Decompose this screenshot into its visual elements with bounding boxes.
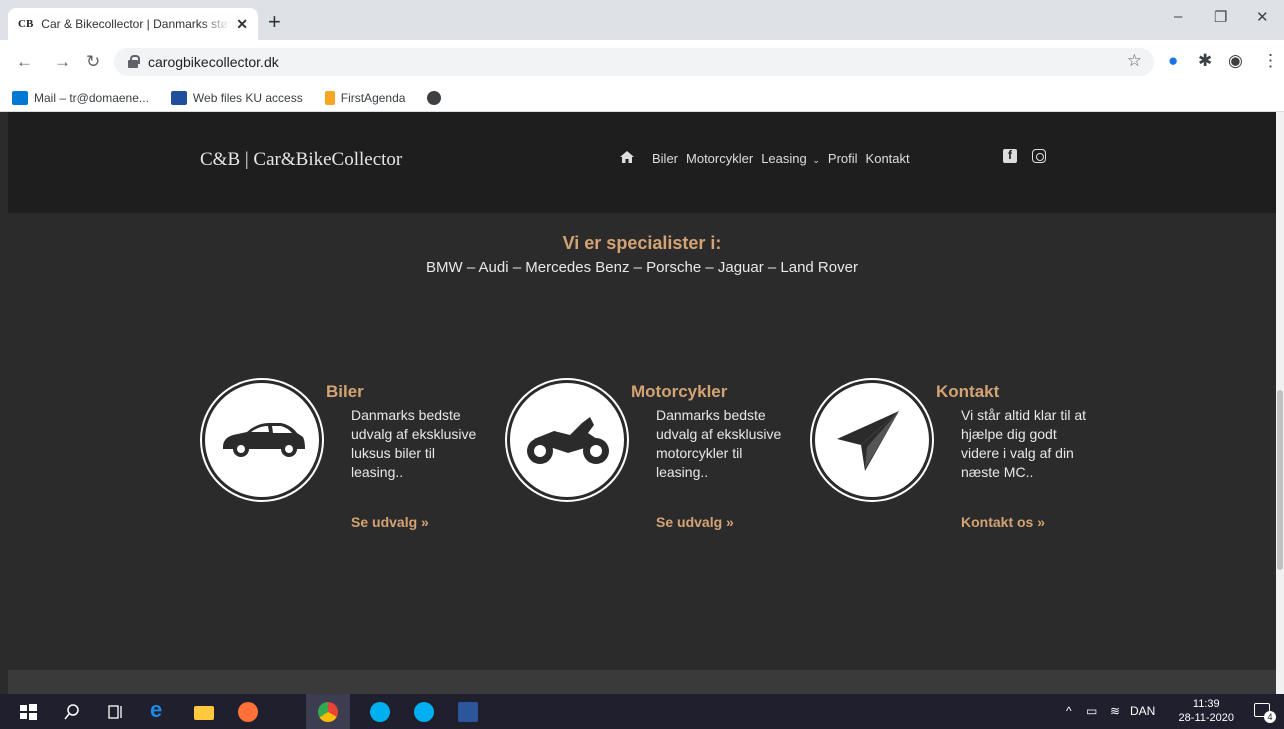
- bookmark-firstagenda[interactable]: FirstAgenda: [324, 90, 406, 105]
- clock-time: 11:39: [1192, 698, 1220, 710]
- notification-count-badge: 4: [1264, 711, 1276, 723]
- specialists-heading: Vi er specialister i:: [562, 233, 722, 253]
- bookmark-label: FirstAgenda: [340, 90, 406, 105]
- site-logo[interactable]: C&B | Car&BikeCollector: [200, 149, 402, 171]
- chrome-taskbar-button[interactable]: [306, 694, 350, 729]
- nav-motorcykler[interactable]: Motorcykler: [686, 151, 753, 166]
- clock-date: 28-11-2020: [1178, 712, 1234, 724]
- language-indicator[interactable]: DAN: [1130, 704, 1155, 718]
- edge-icon[interactable]: e: [150, 697, 170, 722]
- close-window-button[interactable]: ✕: [1256, 8, 1269, 26]
- home-icon[interactable]: [620, 150, 634, 163]
- bookmark-label: Mail – tr@domaene...: [34, 90, 149, 105]
- motorcycle-icon-circle[interactable]: [507, 380, 627, 500]
- url-text: carogbikecollector.dk: [148, 54, 279, 70]
- wifi-icon[interactable]: ≋: [1110, 704, 1120, 718]
- site-header: C&B | Car&BikeCollector Biler Motorcykle…: [8, 112, 1276, 213]
- firstagenda-icon: [324, 90, 335, 105]
- minimize-button[interactable]: –: [1174, 8, 1182, 25]
- tab-title: Car & Bikecollector | Danmarks største u…: [41, 17, 231, 31]
- bookmark-label: Web files KU access: [192, 90, 303, 105]
- feature-title[interactable]: Biler: [326, 382, 364, 402]
- reload-icon[interactable]: ↻: [86, 52, 100, 72]
- facebook-icon[interactable]: [1003, 148, 1017, 163]
- scrollbar-thumb[interactable]: [1277, 390, 1283, 570]
- car-icon-circle[interactable]: [202, 380, 322, 500]
- search-icon[interactable]: [62, 702, 82, 722]
- lock-icon: [128, 55, 140, 68]
- web-page: C&B | Car&BikeCollector Biler Motorcykle…: [8, 112, 1276, 694]
- extensions-puzzle-icon[interactable]: ✱: [1198, 50, 1212, 72]
- browser-tab[interactable]: CB Car & Bikecollector | Danmarks størst…: [8, 8, 258, 40]
- windows-taskbar: e ^ ▭ ≋ DAN 11:39 28-11-2020 4: [0, 694, 1284, 729]
- specialists-brands: BMW – Audi – Mercedes Benz – Porsche – J…: [426, 259, 858, 276]
- browser-menu-icon[interactable]: ⋮: [1262, 50, 1279, 72]
- battery-icon[interactable]: ▭: [1086, 704, 1097, 718]
- show-hidden-icons-icon[interactable]: ^: [1066, 704, 1072, 718]
- file-explorer-icon[interactable]: [194, 706, 214, 720]
- se-udvalg-biler-link[interactable]: Se udvalg »: [351, 514, 429, 530]
- bookmark-mail[interactable]: Mail – tr@domaene...: [12, 90, 149, 105]
- windows-start-icon[interactable]: [18, 702, 38, 722]
- feature-text: Danmarks bedste udvalg af eksklusive mot…: [656, 407, 782, 480]
- back-arrow-icon[interactable]: ←: [16, 52, 33, 72]
- nav-leasing[interactable]: Leasing ⌄: [761, 151, 820, 166]
- close-tab-icon[interactable]: ✕: [236, 16, 248, 33]
- address-bar[interactable]: carogbikecollector.dk ☆: [114, 48, 1154, 76]
- task-view-icon[interactable]: [106, 702, 126, 722]
- browser-tab-strip: CB Car & Bikecollector | Danmarks størst…: [0, 0, 1284, 40]
- bookmark-star-icon[interactable]: ☆: [1127, 51, 1142, 71]
- nav-kontakt[interactable]: Kontakt: [866, 151, 910, 166]
- feature-text: Vi står altid klar til at hjælpe dig god…: [961, 407, 1087, 480]
- firefox-icon[interactable]: [238, 702, 258, 722]
- ku-icon: [170, 90, 187, 105]
- forward-arrow-icon[interactable]: →: [54, 52, 71, 72]
- skype-icon[interactable]: [370, 702, 390, 722]
- motorcycle-icon: [527, 417, 609, 464]
- page-bottom-section: [8, 670, 1276, 694]
- se-udvalg-motorcykler-link[interactable]: Se udvalg »: [656, 514, 734, 530]
- restore-button[interactable]: ❐: [1214, 8, 1227, 26]
- bookmarks-bar: Mail – tr@domaene... Web files KU access…: [0, 84, 1284, 112]
- nav-profil[interactable]: Profil: [828, 151, 858, 166]
- main-navigation: Biler Motorcykler Leasing ⌄ Profil Konta…: [620, 150, 918, 166]
- chrome-icon: [318, 702, 338, 722]
- car-icon: [223, 423, 305, 457]
- page-scrollbar[interactable]: [1276, 112, 1284, 694]
- bookmark-globe[interactable]: [427, 90, 447, 105]
- kontakt-os-link[interactable]: Kontakt os »: [961, 514, 1045, 530]
- outlook-icon: [12, 90, 28, 105]
- profile-avatar-icon[interactable]: ◉: [1228, 50, 1243, 72]
- word-icon[interactable]: [458, 702, 478, 722]
- chevron-down-icon: ⌄: [812, 155, 820, 165]
- system-clock[interactable]: 11:39 28-11-2020: [1179, 697, 1234, 725]
- paper-plane-icon-circle[interactable]: [812, 380, 932, 500]
- skype-business-icon[interactable]: [414, 702, 434, 722]
- feature-text: Danmarks bedste udvalg af eksklusive luk…: [351, 407, 477, 480]
- paper-plane-icon: [837, 411, 899, 471]
- instagram-icon[interactable]: [1032, 149, 1046, 163]
- nav-biler[interactable]: Biler: [652, 151, 678, 166]
- extension-icon[interactable]: ●: [1168, 50, 1178, 72]
- nav-leasing-label: Leasing: [761, 151, 807, 166]
- site-favicon: CB: [18, 18, 34, 30]
- globe-icon: [427, 90, 442, 105]
- new-tab-button[interactable]: +: [268, 11, 281, 33]
- bookmark-web-files[interactable]: Web files KU access: [170, 90, 303, 105]
- feature-title[interactable]: Kontakt: [936, 382, 999, 402]
- feature-title[interactable]: Motorcykler: [631, 382, 727, 402]
